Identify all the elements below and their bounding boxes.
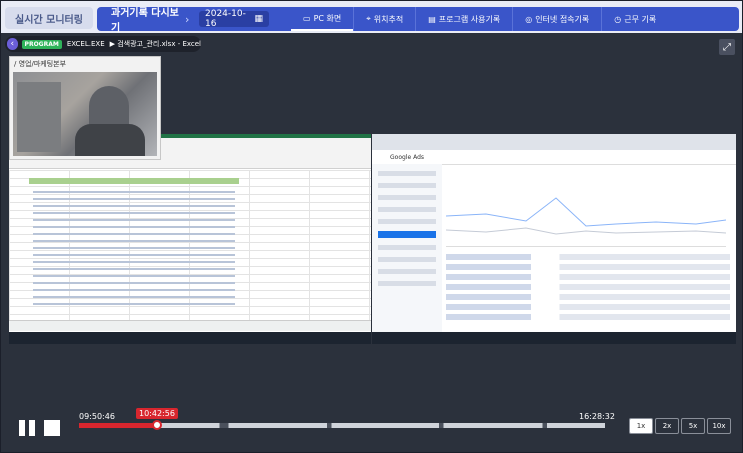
timeline-scrubber[interactable] [152, 420, 162, 430]
program-name: EXCEL.EXE [66, 40, 105, 48]
chevron-right-icon: › [185, 12, 190, 26]
tab-label: 근무 기록 [624, 14, 657, 24]
performance-chart [446, 197, 726, 247]
current-time-badge: 10:42:56 [136, 408, 178, 419]
google-ads-title: Google Ads [390, 153, 424, 161]
speed-1x-button[interactable]: 1x [629, 418, 653, 434]
tab-label: 프로그램 사용기록 [438, 14, 501, 24]
pause-icon [19, 420, 25, 436]
pause-button[interactable] [19, 420, 37, 436]
internet-icon: ◎ [525, 14, 533, 24]
google-ads-sidebar [372, 164, 442, 332]
tab-pc-screen[interactable]: ▭ PC 화면 [291, 7, 354, 31]
webcam-overlay: / 영업/마케팅본부 [9, 56, 161, 160]
app-frame: 실시간 모니터링 과거기록 다시보기 › 2024-10-16 ▦ ▭ PC 화… [0, 0, 743, 453]
browser-tab-bar [372, 134, 736, 150]
program-info-pill: ‹ PROGRAM EXCEL.EXE ▶ 검색광고_관리.xlsx - Exc… [5, 36, 201, 52]
timeline-progress [79, 423, 157, 428]
taskbar-left [9, 332, 371, 344]
tab-label: PC 화면 [313, 13, 342, 23]
google-ads-header: Google Ads [372, 150, 736, 165]
location-pin-icon: ⌖ [366, 14, 371, 23]
window-title: ▶ 검색광고_관리.xlsx - Excel [109, 40, 201, 48]
campaign-table [446, 254, 730, 330]
excel-rows [29, 186, 239, 310]
tab-work-record[interactable]: ◷ 근무 기록 [601, 7, 668, 31]
speed-10x-button[interactable]: 10x [707, 418, 731, 434]
program-badge: PROGRAM [21, 39, 62, 49]
screen-left-excel [9, 134, 371, 344]
start-time: 09:50:46 [79, 412, 115, 421]
webcam-image [13, 72, 157, 156]
stop-button[interactable] [44, 420, 60, 436]
end-time: 16:28:32 [579, 412, 615, 421]
date-value: 2024-10-16 [205, 9, 246, 29]
excel-header-row [29, 178, 239, 184]
tab-location[interactable]: ⌖ 위치추적 [353, 7, 415, 31]
timeline-recorded-segments [157, 423, 605, 428]
taskbar-right [372, 332, 736, 344]
webcam-user-label: / 영업/마케팅본부 [14, 60, 67, 68]
back-arrow-icon[interactable]: ‹ [7, 38, 18, 50]
date-picker[interactable]: 2024-10-16 ▦ [199, 9, 269, 29]
tab-program-usage[interactable]: ▤ 프로그램 사용기록 [415, 7, 512, 31]
excel-sheet-tabs [9, 320, 371, 331]
speed-5x-button[interactable]: 5x [681, 418, 705, 434]
history-nav-bar: 과거기록 다시보기 › 2024-10-16 ▦ ▭ PC 화면 ⌖ 위치추적 … [97, 7, 739, 34]
clock-icon: ◷ [614, 14, 622, 24]
monitor-icon: ▭ [303, 13, 311, 23]
tab-label: 위치추적 [373, 14, 404, 24]
screen-right-browser: Google Ads [372, 134, 736, 344]
calendar-icon: ▦ [254, 14, 263, 24]
tab-internet-access[interactable]: ◎ 인터넷 접속기록 [512, 7, 601, 31]
fullscreen-icon[interactable]: ⤢ [719, 39, 735, 55]
tab-label: 인터넷 접속기록 [535, 14, 590, 24]
history-title: 과거기록 다시보기 [111, 8, 179, 34]
top-bar: 실시간 모니터링 과거기록 다시보기 › 2024-10-16 ▦ ▭ PC 화… [1, 1, 742, 34]
program-icon: ▤ [428, 14, 436, 24]
nav-tabs: ▭ PC 화면 ⌖ 위치추적 ▤ 프로그램 사용기록 ◎ 인터넷 접속기록 ◷ [291, 7, 668, 31]
speed-2x-button[interactable]: 2x [655, 418, 679, 434]
live-monitoring-tab[interactable]: 실시간 모니터링 [5, 7, 93, 29]
